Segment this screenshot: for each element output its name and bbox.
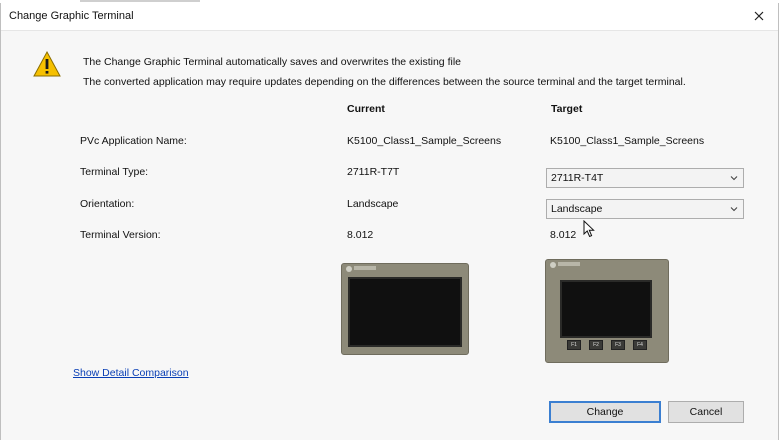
terminal-screen (560, 280, 652, 338)
cancel-button-label: Cancel (689, 406, 723, 418)
chevron-down-icon (730, 176, 738, 181)
change-button[interactable]: Change (549, 401, 661, 423)
close-icon (754, 11, 764, 21)
label-app-name: PVc Application Name: (80, 135, 187, 147)
label-orientation: Orientation: (80, 198, 135, 210)
function-key: F4 (633, 340, 647, 350)
brand-logo (346, 266, 352, 272)
message-autosave: The Change Graphic Terminal automaticall… (83, 56, 461, 68)
current-terminal-image (341, 263, 469, 355)
current-orientation: Landscape (347, 198, 399, 210)
target-orientation-value: Landscape (551, 203, 603, 215)
background-tab (80, 0, 200, 2)
column-header-current: Current (347, 103, 385, 115)
function-key: F3 (611, 340, 625, 350)
current-app-name: K5100_Class1_Sample_Screens (347, 135, 502, 147)
brand-wordmark (354, 266, 376, 270)
target-terminal-type-value: 2711R-T4T (551, 172, 604, 184)
brand-logo (550, 262, 556, 268)
dialog-title: Change Graphic Terminal (9, 10, 134, 22)
title-bar: Change Graphic Terminal (1, 3, 778, 30)
current-terminal-type: 2711R-T7T (347, 166, 400, 178)
target-terminal-type-select[interactable]: 2711R-T4T (546, 168, 744, 188)
message-updates: The converted application may require up… (83, 76, 686, 88)
target-app-name: K5100_Class1_Sample_Screens (550, 135, 705, 147)
column-header-target: Target (551, 103, 583, 115)
target-terminal-image: F1 F2 F3 F4 (545, 259, 669, 363)
function-key: F2 (589, 340, 603, 350)
target-terminal-version: 8.012 (550, 229, 577, 241)
function-key: F1 (567, 340, 581, 350)
warning-icon (33, 50, 61, 77)
change-button-label: Change (586, 406, 624, 418)
terminal-screen (348, 277, 462, 347)
cancel-button[interactable]: Cancel (668, 401, 744, 423)
close-button[interactable] (748, 5, 770, 27)
brand-wordmark (558, 262, 580, 266)
target-orientation-select[interactable]: Landscape (546, 199, 744, 219)
chevron-down-icon (730, 207, 738, 212)
show-detail-comparison-link[interactable]: Show Detail Comparison (73, 367, 189, 379)
label-terminal-version: Terminal Version: (80, 229, 161, 241)
current-terminal-version: 8.012 (347, 229, 374, 241)
label-terminal-type: Terminal Type: (80, 166, 149, 178)
mouse-pointer-icon (583, 220, 595, 238)
